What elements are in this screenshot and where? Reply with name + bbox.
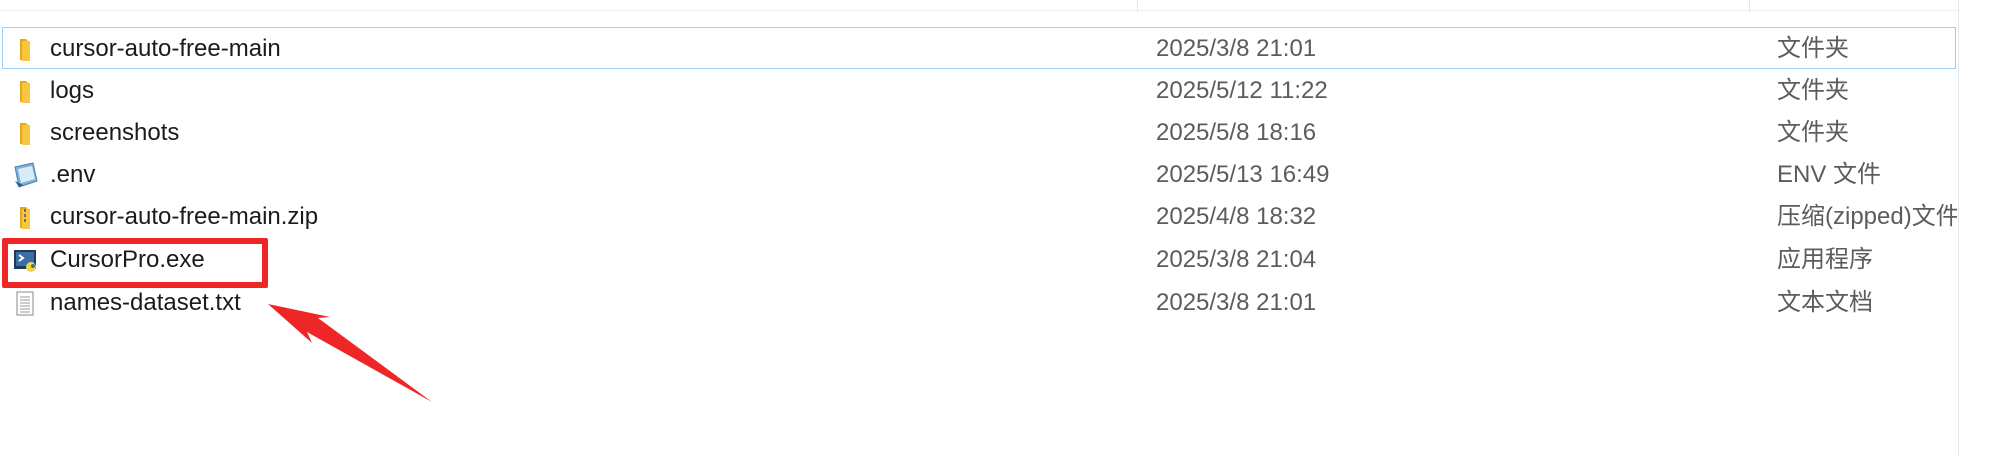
annotation-arrow bbox=[268, 304, 432, 402]
